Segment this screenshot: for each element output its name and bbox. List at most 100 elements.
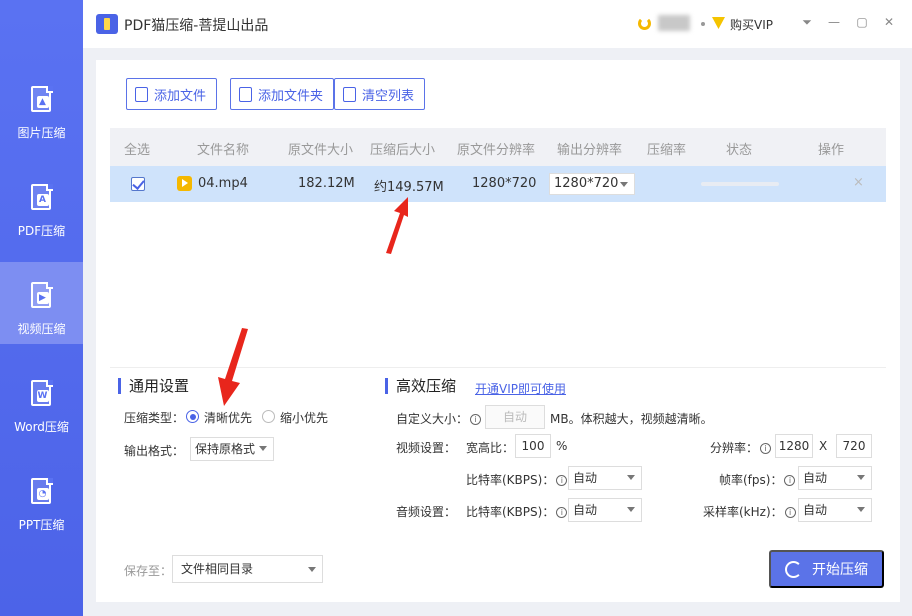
ppt-file-icon: ◔ <box>29 478 55 508</box>
sidebar-item-word[interactable]: W Word压缩 <box>0 360 83 442</box>
info-icon[interactable]: i <box>556 475 568 486</box>
open-vip-link[interactable]: 开通VIP即可使用 <box>475 380 566 397</box>
add-folder-button[interactable]: 添加文件夹 <box>230 78 335 110</box>
radio-smaller-first[interactable] <box>262 410 275 423</box>
info-icon[interactable]: i <box>784 475 796 486</box>
radio-clarity-first[interactable] <box>186 410 199 423</box>
menu-icon[interactable]: ⏷ <box>799 14 815 30</box>
bitrate-value: 自动 <box>573 471 598 485</box>
user-name-blurred[interactable] <box>658 15 690 31</box>
resolution-label: 分辨率： i <box>710 439 773 456</box>
app-logo-icon <box>96 14 118 34</box>
add-file-icon <box>135 86 148 102</box>
video-settings-label: 视频设置： <box>396 441 457 455</box>
main-panel: 添加文件 添加文件夹 清空列表 全选 文件名称 原文件大小 压缩后大小 原文件分… <box>96 60 900 602</box>
bitrate-label-text: 比特率(KBPS)： <box>466 473 555 487</box>
fps-label-text: 帧率(fps)： <box>719 473 783 487</box>
user-avatar-icon[interactable] <box>638 17 651 30</box>
resolution-x: X <box>819 439 828 453</box>
table-row[interactable]: 04.mp4 182.12M 约149.57M 1280*720 1280*72… <box>110 166 886 202</box>
info-icon[interactable]: i <box>760 443 772 454</box>
red-arrow-annotation <box>386 197 408 254</box>
sidebar-item-image[interactable]: ▲ 图片压缩 <box>0 66 83 148</box>
ratio-header: 压缩率 <box>647 143 687 158</box>
audio-bitrate-label: 比特率(KBPS)： i <box>466 503 569 520</box>
aspect-ratio-input[interactable]: 100 <box>515 434 551 458</box>
row-checkbox[interactable] <box>131 177 145 191</box>
video-file-icon <box>177 176 192 191</box>
sample-rate-select[interactable]: 自动 <box>798 498 872 522</box>
audio-bitrate-select[interactable]: 自动 <box>568 498 642 522</box>
save-location-select[interactable]: 文件相同目录 <box>172 555 323 583</box>
clarity-first-label[interactable]: 清晰优先 <box>204 409 252 426</box>
compress-type-label: 压缩类型： <box>124 411 185 425</box>
audio-bitrate-label-text: 比特率(KBPS)： <box>466 505 555 519</box>
pdf-file-icon: A <box>29 184 55 214</box>
sidebar-item-video[interactable]: ▶ 视频压缩 <box>0 262 83 344</box>
custom-size-hint: MB。体积越大，视频越清晰。 <box>550 412 713 426</box>
info-icon[interactable]: i <box>470 414 482 425</box>
add-file-button[interactable]: 添加文件 <box>126 78 218 110</box>
info-icon[interactable]: i <box>556 507 568 518</box>
remove-row-icon[interactable]: × <box>853 175 864 190</box>
save-to-label: 保存至： <box>124 564 173 578</box>
chevron-down-icon <box>259 446 267 451</box>
output-format-select[interactable]: 保持原格式 <box>190 437 274 461</box>
clear-list-button[interactable]: 清空列表 <box>334 78 426 110</box>
start-compress-button[interactable]: 开始压缩 <box>769 550 884 588</box>
trash-icon <box>343 86 356 102</box>
audio-settings-label: 音频设置： <box>396 505 457 519</box>
bitrate-label: 比特率(KBPS)： i <box>466 471 569 488</box>
close-icon[interactable]: ✕ <box>881 14 897 30</box>
sidebar-item-pdf[interactable]: A PDF压缩 <box>0 164 83 246</box>
orig-size: 182.12M <box>298 176 355 191</box>
output-resolution-select[interactable]: 1280*720 <box>549 173 635 195</box>
fps-label: 帧率(fps)： i <box>719 471 797 488</box>
audio-bitrate-value: 自动 <box>573 503 598 517</box>
sidebar: ▲ 图片压缩 A PDF压缩 ▶ 视频压缩 W Word压缩 ◔ PPT压缩 <box>0 0 83 616</box>
add-folder-icon <box>239 86 252 102</box>
custom-size-label: 自定义大小： i <box>396 410 483 427</box>
diamond-icon <box>712 17 725 29</box>
custom-size-label-text: 自定义大小： <box>396 412 469 426</box>
custom-size-input[interactable]: 自动 <box>485 405 545 429</box>
orig-res-header: 原文件分辨率 <box>457 143 536 158</box>
resolution-height-input[interactable]: 720 <box>836 434 872 458</box>
sidebar-item-label: 图片压缩 <box>17 126 66 140</box>
save-location-value: 文件相同目录 <box>181 562 254 576</box>
image-file-icon: ▲ <box>29 86 55 116</box>
info-icon[interactable]: i <box>784 507 796 518</box>
refresh-icon <box>785 560 802 578</box>
maximize-icon[interactable]: ▢ <box>854 14 870 30</box>
sidebar-item-label: 视频压缩 <box>17 322 66 336</box>
chevron-down-icon <box>627 475 635 480</box>
table-header: 全选 文件名称 原文件大小 压缩后大小 原文件分辨率 输出分辨率 压缩率 状态 … <box>110 128 886 166</box>
minimize-icon[interactable]: — <box>826 14 842 30</box>
red-arrow-annotation <box>218 328 248 406</box>
fps-value: 自动 <box>803 471 828 485</box>
app-title: PDF猫压缩-菩提山出品 <box>124 18 269 34</box>
orig-size-header: 原文件大小 <box>288 143 354 158</box>
bitrate-select[interactable]: 自动 <box>568 466 642 490</box>
compressed-size-header: 压缩后大小 <box>370 143 436 158</box>
sidebar-item-ppt[interactable]: ◔ PPT压缩 <box>0 458 83 540</box>
fps-select[interactable]: 自动 <box>798 466 872 490</box>
add-file-label: 添加文件 <box>154 87 207 103</box>
title-bar: PDF猫压缩-菩提山出品 购买VIP ⏷ — ▢ ✕ <box>83 0 912 48</box>
buy-vip-link[interactable]: 购买VIP <box>730 16 773 33</box>
chevron-down-icon <box>627 507 635 512</box>
sample-rate-label-text: 采样率(kHz)： <box>703 505 783 519</box>
chevron-down-icon <box>308 567 316 572</box>
select-all-header[interactable]: 全选 <box>124 139 150 158</box>
out-res-header: 输出分辨率 <box>557 143 623 158</box>
resolution-width-input[interactable]: 1280 <box>775 434 813 458</box>
smaller-first-label[interactable]: 缩小优先 <box>280 409 328 426</box>
chevron-down-icon <box>857 475 865 480</box>
clear-list-label: 清空列表 <box>362 87 415 103</box>
general-settings-title: 通用设置 <box>118 378 189 394</box>
start-compress-label: 开始压缩 <box>812 561 868 577</box>
add-folder-label: 添加文件夹 <box>258 87 324 103</box>
sidebar-item-label: PDF压缩 <box>17 224 66 238</box>
sample-rate-value: 自动 <box>803 503 828 517</box>
sample-rate-label: 采样率(kHz)： i <box>703 503 798 520</box>
